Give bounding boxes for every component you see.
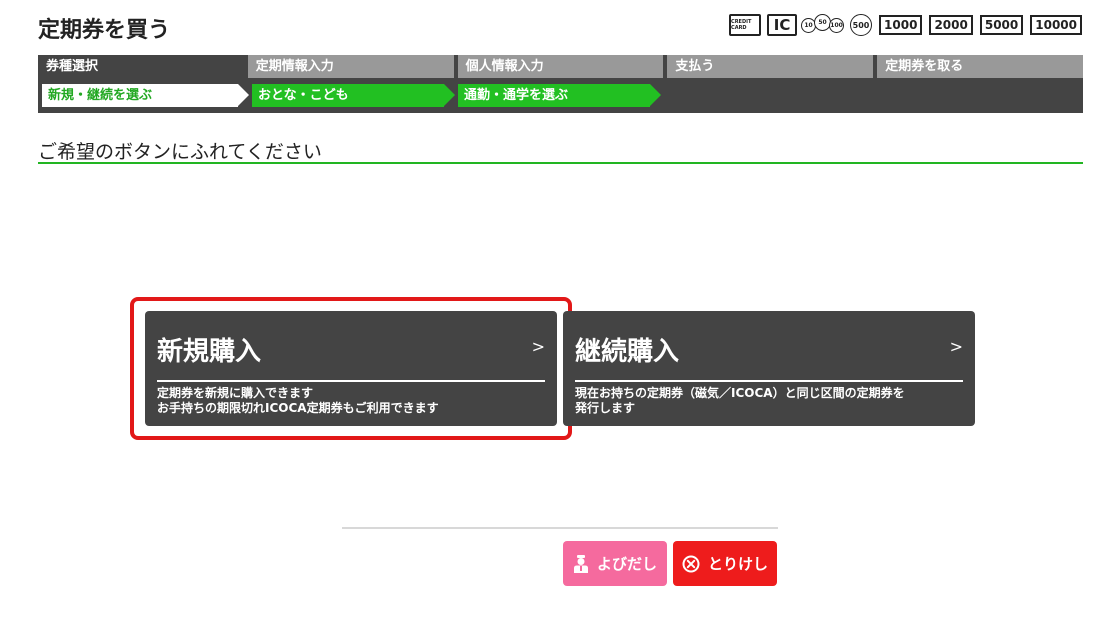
footer-divider (342, 527, 778, 529)
chevron-right-icon: > (949, 337, 963, 356)
credit-card-icon: CREDIT CARD (729, 14, 762, 36)
coins-icon: 10 50 100 500 (801, 13, 873, 36)
ic-card-icon: IC (767, 14, 798, 36)
call-staff-label: よびだし (596, 555, 657, 573)
instruction-text: ご希望のボタンにふれてください (38, 141, 322, 163)
step-pass-info: 定期情報入力 (247, 55, 454, 78)
bill-10000-icon: 10000 (1030, 15, 1082, 35)
chevron-right-icon: > (531, 337, 545, 356)
new-purchase-title: 新規購入 (157, 337, 262, 367)
step-ticket-type: 券種選択 (38, 55, 244, 78)
bill-1000-icon: 1000 (879, 15, 923, 35)
coin-500-icon: 500 (850, 14, 873, 36)
new-purchase-button[interactable]: 新規購入 > 定期券を新規に購入できます お手持ちの期限切れICOCA定期券もご… (145, 311, 557, 426)
renewal-purchase-description: 現在お持ちの定期券（磁気／ICOCA）と同じ区間の定期券を 発行します (575, 386, 905, 415)
new-purchase-description: 定期券を新規に購入できます お手持ちの期限切れICOCA定期券もご利用できます (157, 386, 439, 415)
cancel-label: とりけし (707, 555, 768, 573)
progress-steps: 券種選択 定期情報入力 個人情報入力 支払う 定期券を取る 新規・継続を選ぶ お… (38, 55, 1083, 113)
coin-100-icon: 100 (829, 17, 845, 33)
renewal-purchase-title: 継続購入 (575, 337, 680, 367)
accepted-payments: CREDIT CARD IC 10 50 100 500 1000 2000 5… (729, 13, 1082, 36)
substep-commute-school: 通勤・通学を選ぶ (458, 84, 661, 107)
renewal-purchase-divider (575, 380, 963, 382)
renewal-purchase-button[interactable]: 継続購入 > 現在お持ちの定期券（磁気／ICOCA）と同じ区間の定期券を 発行し… (563, 311, 975, 426)
substep-new-or-renew: 新規・継続を選ぶ (42, 84, 249, 107)
staff-icon (573, 554, 589, 573)
bill-5000-icon: 5000 (979, 15, 1024, 35)
new-purchase-divider (157, 380, 545, 382)
step-collect-pass: 定期券を取る (877, 55, 1083, 78)
close-circle-icon (682, 555, 700, 573)
substep-adult-child: おとな・こども (252, 84, 455, 107)
step-payment: 支払う (667, 55, 874, 78)
instruction-divider (38, 162, 1083, 164)
call-staff-button[interactable]: よびだし (563, 541, 667, 586)
cancel-button[interactable]: とりけし (673, 541, 777, 586)
bill-2000-icon: 2000 (929, 15, 973, 35)
step-personal-info: 個人情報入力 (457, 55, 664, 78)
page-title: 定期券を買う (38, 18, 171, 43)
